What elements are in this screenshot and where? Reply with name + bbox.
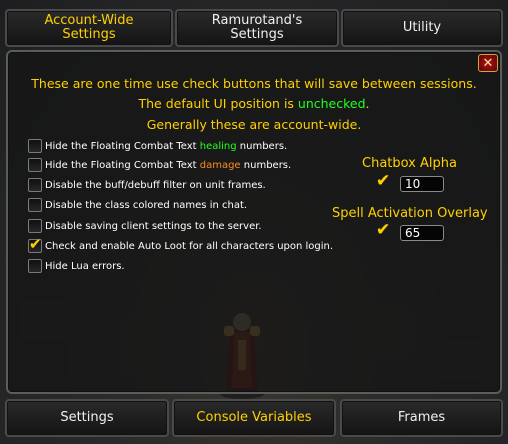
tab-utility[interactable]: Utility — [341, 9, 503, 47]
checkmark-icon: ✔ — [376, 220, 391, 240]
option-disable-server-save[interactable]: Disable saving client settings to the se… — [28, 218, 262, 234]
info-text: . — [365, 96, 370, 111]
option-hide-fct-healing[interactable]: Hide the Floating Combat Text healing nu… — [28, 138, 287, 154]
info-line-2: The default UI position is unchecked. — [0, 96, 508, 111]
info-line-3: Generally these are account-wide. — [146, 117, 362, 132]
checkbox[interactable] — [28, 158, 42, 172]
checkmark-icon: ✔ — [376, 171, 391, 191]
checkmark-icon: ✔ — [29, 235, 42, 253]
tab-console-variables[interactable]: Console Variables — [172, 399, 336, 437]
tab-label: Frames — [397, 410, 446, 425]
chatbox-alpha-label: Chatbox Alpha — [362, 156, 457, 171]
option-label: Hide the Floating Combat Text healing nu… — [45, 140, 288, 152]
option-hide-fct-damage[interactable]: Hide the Floating Combat Text damage num… — [28, 157, 291, 173]
option-label: Hide Lua errors. — [45, 260, 125, 272]
checkbox[interactable] — [28, 198, 42, 212]
checkbox[interactable]: ✔ — [28, 235, 42, 253]
option-hide-lua-errors[interactable]: Hide Lua errors. — [28, 258, 125, 274]
info-highlight: unchecked — [297, 96, 366, 111]
tab-account-wide-settings[interactable]: Account-Wide Settings — [5, 9, 173, 47]
tab-frames[interactable]: Frames — [340, 399, 503, 437]
checkbox[interactable] — [28, 139, 42, 153]
info-text: The default UI position is — [138, 96, 298, 111]
tab-label: Settings — [60, 410, 114, 425]
tab-label: Console Variables — [196, 410, 312, 425]
tab-label: Utility — [402, 20, 442, 35]
chatbox-alpha-input[interactable] — [400, 176, 444, 192]
tab-settings[interactable]: Settings — [5, 399, 169, 437]
checkbox[interactable] — [28, 219, 42, 233]
option-label: Disable the class colored names in chat. — [45, 199, 248, 211]
option-disable-class-colors[interactable]: Disable the class colored names in chat. — [28, 197, 247, 213]
tab-character-settings[interactable]: Ramurotand's Settings — [175, 9, 339, 47]
spell-overlay-checkbox[interactable]: ✔ — [376, 220, 392, 241]
spell-overlay-input[interactable] — [400, 225, 444, 241]
spell-overlay-label: Spell Activation Overlay — [332, 206, 488, 221]
option-disable-aura-filter[interactable]: Disable the buff/debuff filter on unit f… — [28, 177, 266, 193]
checkbox[interactable] — [28, 259, 42, 273]
info-line-1: These are one time use check buttons tha… — [31, 76, 477, 91]
option-label: Hide the Floating Combat Text damage num… — [45, 159, 292, 171]
chatbox-alpha-checkbox[interactable]: ✔ — [376, 171, 392, 192]
option-label: Disable the buff/debuff filter on unit f… — [45, 179, 266, 191]
option-label: Disable saving client settings to the se… — [45, 220, 262, 232]
checkbox[interactable] — [28, 178, 42, 192]
option-label: Check and enable Auto Loot for all chara… — [45, 240, 334, 252]
close-button[interactable]: ✕ — [478, 54, 498, 72]
close-icon: ✕ — [482, 55, 494, 71]
option-auto-loot[interactable]: ✔ Check and enable Auto Loot for all cha… — [28, 235, 334, 254]
tab-label: Ramurotand's Settings — [211, 13, 303, 42]
tab-label: Account-Wide Settings — [44, 13, 134, 42]
